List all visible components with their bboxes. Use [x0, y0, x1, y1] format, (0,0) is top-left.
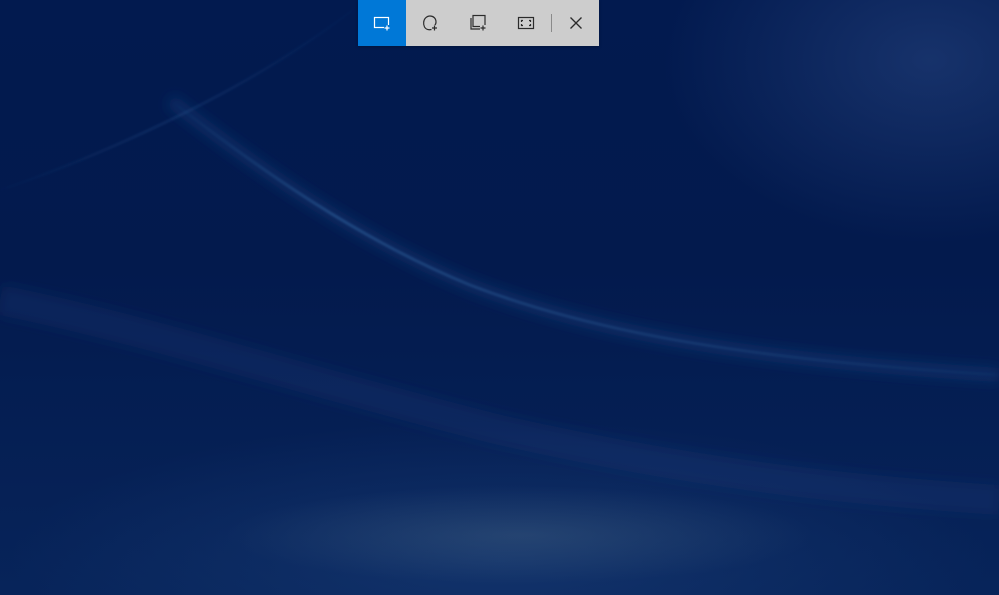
window-snip-button[interactable] [454, 0, 502, 46]
snip-toolbar [358, 0, 599, 46]
rectangle-snip-icon [373, 16, 390, 31]
fullscreen-snip-icon [517, 16, 535, 30]
window-snip-icon [470, 14, 486, 31]
close-icon [569, 17, 582, 29]
close-button[interactable] [552, 0, 599, 46]
desktop-wallpaper [0, 7, 999, 515]
freeform-snip-button[interactable] [406, 0, 454, 46]
rectangular-snip-button[interactable] [358, 0, 406, 46]
fullscreen-snip-button[interactable] [502, 0, 550, 46]
desktop [0, 0, 999, 595]
freeform-snip-icon [423, 15, 437, 31]
